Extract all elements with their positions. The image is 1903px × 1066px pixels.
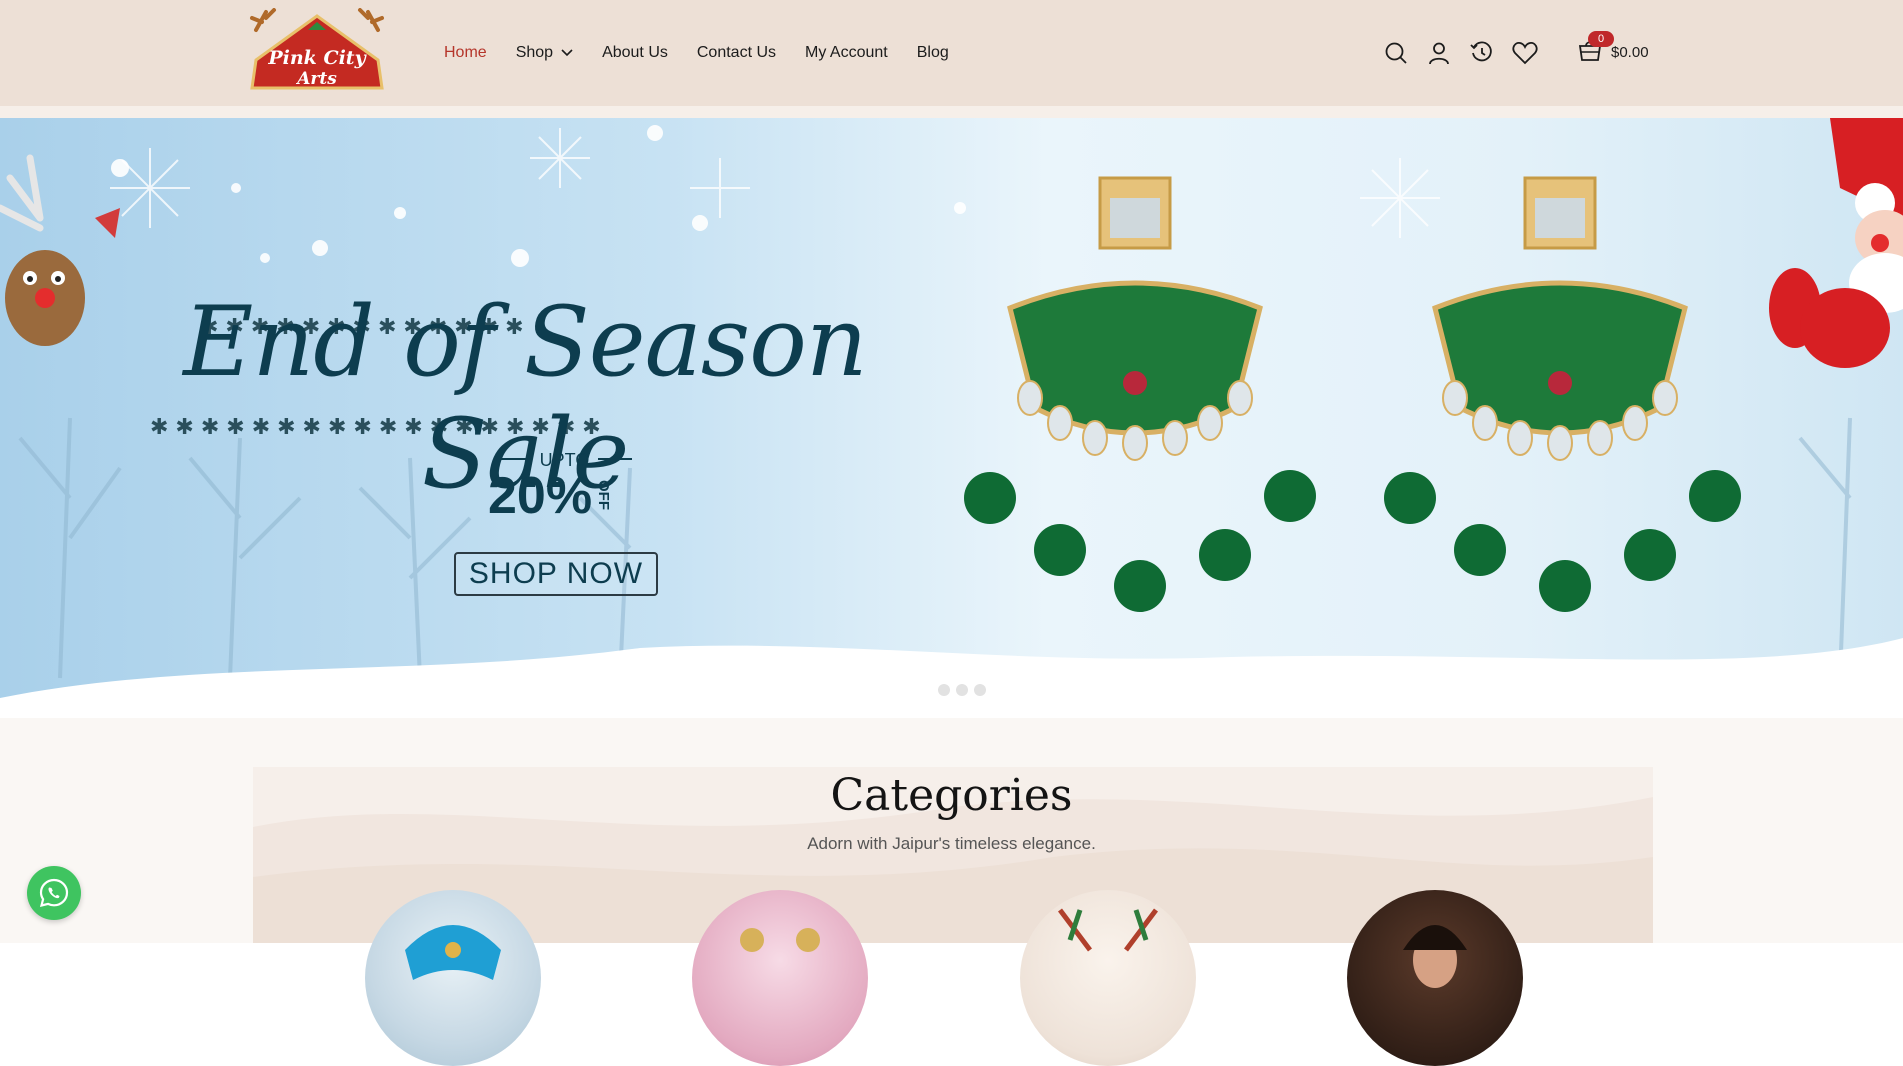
hero-discount: 20% (488, 467, 593, 525)
categories-subtitle: Adorn with Jaipur's timeless elegance. (807, 834, 1096, 853)
nav-blog-label: Blog (916, 44, 949, 61)
category-card[interactable] (1347, 890, 1523, 1066)
site-logo[interactable]: Pink City Arts (248, 8, 386, 94)
whatsapp-icon (39, 878, 69, 908)
hero-discount-suffix: OFF (595, 480, 612, 510)
nav-contact-label: Contact Us (696, 44, 777, 61)
whatsapp-button[interactable] (27, 866, 81, 920)
slider-dot-3[interactable] (974, 684, 986, 696)
slider-dot-1[interactable] (938, 684, 950, 696)
nav-contact-us[interactable]: Contact Us (697, 44, 776, 62)
history-icon[interactable] (1468, 39, 1496, 67)
search-icon[interactable] (1382, 39, 1410, 67)
categories-title: Categories (830, 770, 1073, 821)
nav-shop[interactable]: Shop (516, 44, 573, 62)
nav-home-label: Home (444, 44, 487, 61)
logo-text-line1: Pink City (267, 47, 367, 69)
slider-dots (938, 684, 992, 696)
header-icons (1382, 36, 1554, 70)
main-nav: Home Shop About Us Contact Us My Account… (444, 0, 978, 106)
header-divider (0, 106, 1903, 118)
logo-text-line2: Arts (295, 69, 337, 89)
category-card[interactable] (1020, 890, 1196, 1066)
category-card[interactable] (365, 890, 541, 1066)
nav-home[interactable]: Home (444, 44, 487, 62)
nav-about-label: About Us (602, 44, 668, 61)
user-icon[interactable] (1425, 39, 1453, 67)
nav-account-label: My Account (805, 44, 888, 61)
chevron-down-icon (561, 49, 573, 57)
nav-shop-label: Shop (515, 44, 554, 61)
slider-dot-2[interactable] (956, 684, 968, 696)
earring-left (964, 176, 1316, 612)
shop-now-button[interactable]: SHOP NOW (454, 552, 658, 596)
nav-about-us[interactable]: About Us (602, 44, 668, 62)
heart-icon[interactable] (1511, 39, 1539, 67)
nav-my-account[interactable]: My Account (805, 44, 888, 62)
hero-banner: ✱ ✱ ✱ ✱ ✱ ✱ ✱ ✱ ✱ ✱ ✱ ✱ ✱ ✱ ✱ ✱ ✱ ✱ ✱ ✱ … (0, 118, 1903, 718)
nav-blog[interactable]: Blog (917, 44, 949, 62)
category-card[interactable] (692, 890, 868, 1066)
categories-section: Categories Adorn with Jaipur's timeless … (0, 718, 1903, 1066)
earring-right (1384, 176, 1741, 612)
cart-button[interactable]: 0 $0.00 (1578, 30, 1649, 70)
cart-total: $0.00 (1611, 44, 1649, 61)
